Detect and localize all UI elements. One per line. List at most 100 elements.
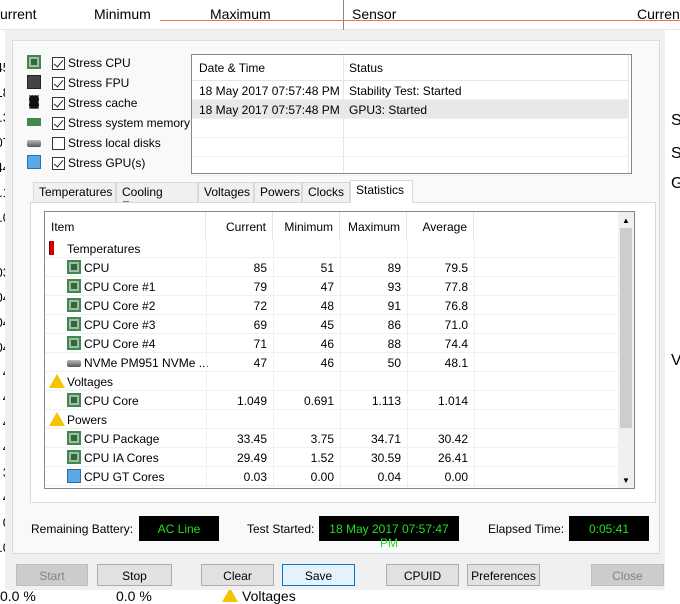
row-minimum: 46 (320, 337, 334, 351)
stress-option-checkbox[interactable]: Stress GPU(s) (52, 155, 145, 171)
table-row[interactable]: CPU 85 51 89 79.5 (45, 258, 619, 277)
col-minimum[interactable]: Minimum (273, 212, 340, 240)
log-row[interactable]: 18 May 2017 07:57:48 PM Stability Test: S… (192, 81, 629, 100)
checkbox[interactable] (52, 56, 65, 70)
row-average: 1.014 (437, 394, 468, 408)
scroll-down-icon[interactable]: ▼ (622, 476, 630, 485)
stress-option-checkbox[interactable]: Stress local disks (52, 135, 161, 151)
vertical-scrollbar[interactable]: ▲ ▼ (618, 212, 634, 488)
row-minimum: 51 (320, 261, 334, 275)
tab-powers[interactable]: Powers (254, 182, 302, 203)
tab-voltages[interactable]: Voltages (198, 182, 254, 203)
tab-clocks[interactable]: Clocks (302, 182, 350, 203)
stop-button[interactable]: Stop (97, 564, 172, 586)
divider (273, 240, 274, 488)
log-status: Stability Test: Started (349, 84, 462, 98)
divider (474, 240, 475, 488)
row-current: 69 (253, 318, 267, 332)
table-row[interactable]: CPU IA Cores 29.49 1.52 30.59 26.41 (45, 448, 619, 467)
warning-icon (49, 412, 65, 426)
start-button[interactable]: Start (16, 564, 88, 586)
stress-option-checkbox[interactable]: Stress CPU (52, 55, 131, 71)
row-average: 76.8 (444, 299, 468, 313)
bg-value: G (671, 175, 680, 192)
cpuid-button[interactable]: CPUID (386, 564, 459, 586)
group-row[interactable]: Voltages (45, 372, 619, 391)
tab-statistics[interactable]: Statistics (350, 180, 413, 203)
clear-button[interactable]: Clear (201, 564, 274, 586)
stress-option-checkbox[interactable]: Stress FPU (52, 75, 129, 91)
preferences-button[interactable]: Preferences (467, 564, 540, 586)
row-minimum: 0.00 (310, 470, 334, 484)
row-current: 72 (253, 299, 267, 313)
checkbox-label: Stress GPU(s) (68, 156, 146, 170)
row-item: CPU Core #2 (84, 299, 156, 313)
row-average: 26.41 (437, 451, 468, 465)
table-row[interactable]: CPU Core #1 79 47 93 77.8 (45, 277, 619, 296)
table-row[interactable]: CPU Core 1.049 0.691 1.113 1.014 (45, 391, 619, 410)
stress-option-checkbox[interactable]: Stress system memory (52, 115, 190, 131)
row-item: CPU Core #1 (84, 280, 156, 294)
checkbox-label: Stress system memory (68, 116, 191, 130)
row-current: 33.45 (236, 432, 267, 446)
col-average[interactable]: Average (407, 212, 474, 240)
row-item: CPU Core (84, 394, 139, 408)
table-row[interactable]: CPU Core #4 71 46 88 74.4 (45, 334, 619, 353)
event-log[interactable]: Date & Time Status 18 May 2017 07:57:48 … (191, 54, 632, 176)
tab-cooling-fans[interactable]: Cooling Fans (116, 182, 198, 213)
checkbox[interactable] (52, 76, 65, 90)
row-average: 0.00 (444, 470, 468, 484)
elapsed-time-value: 0:05:41 (569, 516, 649, 541)
warning-icon (49, 374, 65, 388)
row-current: 47 (253, 356, 267, 370)
row-minimum: 3.75 (310, 432, 334, 446)
col-status[interactable]: Status (349, 61, 383, 75)
close-button[interactable]: Close (591, 564, 664, 586)
remaining-battery-value: AC Line (139, 516, 219, 541)
checkbox[interactable] (52, 96, 65, 110)
row-item: CPU Core #4 (84, 337, 156, 351)
col-maximum[interactable]: Maximum (340, 212, 407, 240)
log-header: Date & Time Status (192, 55, 629, 81)
col-date-time[interactable]: Date & Time (199, 61, 265, 75)
row-maximum: 88 (387, 337, 401, 351)
stress-option-checkbox[interactable]: Stress cache (52, 95, 137, 111)
table-row[interactable]: CPU GT Cores 0.03 0.00 0.04 0.00 (45, 467, 619, 486)
divider (407, 240, 408, 488)
col-current[interactable]: Current (206, 212, 273, 240)
row-average: 71.0 (444, 318, 468, 332)
group-row[interactable]: Powers (45, 410, 619, 429)
table-row[interactable]: CPU Core #3 69 45 86 71.0 (45, 315, 619, 334)
log-row[interactable]: 18 May 2017 07:57:48 PM GPU3: Started (192, 100, 629, 119)
table-row[interactable]: NVMe PM951 NVMe ... 47 46 50 48.1 (45, 353, 619, 372)
table-row[interactable]: CPU Package 33.45 3.75 34.71 30.42 (45, 429, 619, 448)
row-maximum: 30.59 (370, 451, 401, 465)
bg-value: S (671, 145, 680, 162)
scroll-up-icon[interactable]: ▲ (622, 216, 630, 225)
table-row[interactable]: CPU Core #2 72 48 91 76.8 (45, 296, 619, 315)
row-maximum: 89 (387, 261, 401, 275)
gpu-monitor-icon (27, 155, 41, 169)
group-row[interactable]: Temperatures (45, 239, 619, 258)
cpu-chip-icon (67, 336, 81, 350)
row-average: 48.1 (444, 356, 468, 370)
scroll-thumb[interactable] (620, 228, 632, 428)
col-item[interactable]: Item (45, 212, 206, 240)
statistics-table[interactable]: Item Current Minimum Maximum Average Tempera… (44, 211, 635, 489)
row-current: 71 (253, 337, 267, 351)
fpu-icon (27, 75, 41, 89)
tab-temperatures[interactable]: Temperatures (33, 182, 116, 203)
save-button[interactable]: Save (282, 564, 355, 586)
row-maximum: 93 (387, 280, 401, 294)
remaining-battery-label: Remaining Battery: (31, 522, 134, 536)
checkbox[interactable] (52, 116, 65, 130)
row-current: 1.049 (236, 394, 267, 408)
cpu-chip-icon (67, 279, 81, 293)
row-maximum: 91 (387, 299, 401, 313)
background-sensor-header: urrent Minimum Maximum Sensor Curren (0, 0, 680, 30)
checkbox[interactable] (52, 136, 65, 150)
row-average: 77.8 (444, 280, 468, 294)
checkbox[interactable] (52, 156, 65, 170)
bg-col-current: urrent (0, 6, 37, 22)
bg-col-minimum: Minimum (94, 6, 151, 22)
